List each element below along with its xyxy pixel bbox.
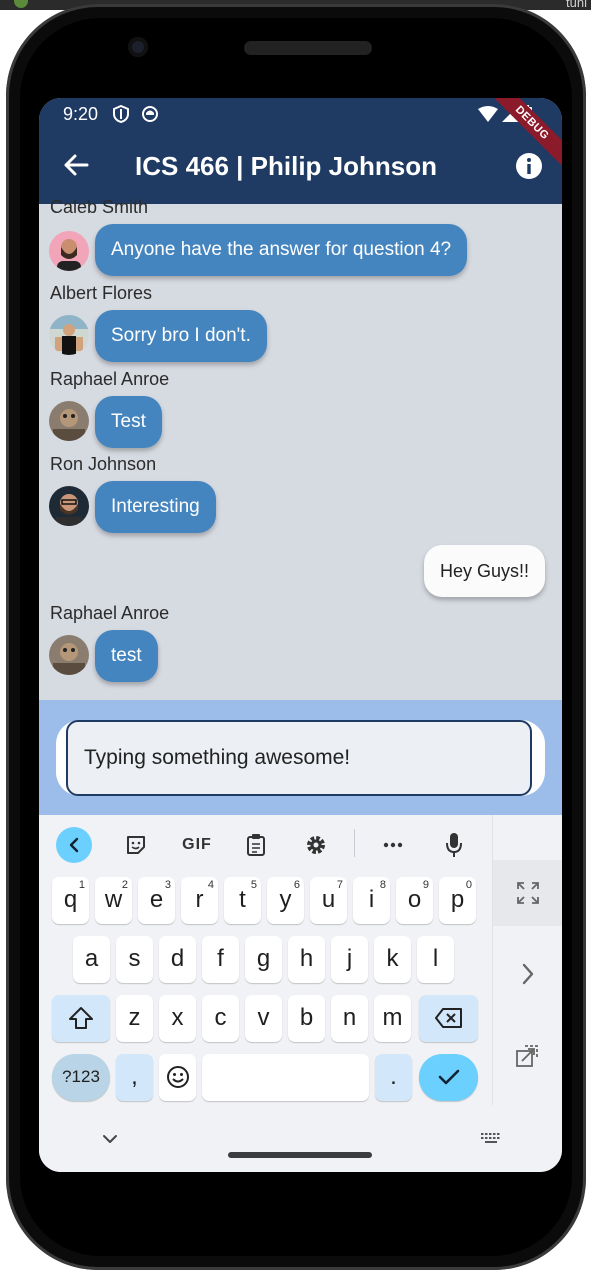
earpiece-speaker: [244, 41, 372, 55]
back-arrow-icon[interactable]: [63, 152, 89, 178]
resize-keyboard-button[interactable]: [493, 860, 562, 926]
message-input[interactable]: Typing something awesome!: [66, 720, 532, 796]
key-y[interactable]: y6: [267, 877, 304, 924]
key-d[interactable]: d: [159, 936, 196, 983]
navigation-bar: [39, 1116, 562, 1172]
enter-key[interactable]: [419, 1054, 478, 1101]
space-key[interactable]: [202, 1054, 369, 1101]
sticker-icon: [127, 836, 145, 854]
shift-icon: [69, 1007, 93, 1029]
shift-key[interactable]: [52, 995, 110, 1042]
avatar[interactable]: [49, 635, 89, 675]
key-p[interactable]: p0: [439, 877, 476, 924]
keyboard-collapse-button[interactable]: [56, 827, 92, 863]
more-dots-icon: [383, 842, 403, 848]
clipboard-icon: [247, 834, 265, 856]
sender-name: Raphael Anroe: [50, 369, 170, 389]
check-icon: [438, 1069, 459, 1085]
gear-icon: [307, 836, 325, 854]
app-icon: [14, 0, 28, 8]
key-c[interactable]: c: [202, 995, 239, 1042]
key-n[interactable]: n: [331, 995, 368, 1042]
home-indicator[interactable]: [228, 1152, 372, 1158]
keyboard-switch-icon[interactable]: [480, 1132, 502, 1144]
page-title: ICS 466 | Philip Johnson: [135, 151, 437, 181]
shield-icon: [113, 105, 129, 123]
key-m[interactable]: m: [374, 995, 411, 1042]
gif-button[interactable]: GIF: [177, 827, 217, 863]
key-z[interactable]: z: [116, 995, 153, 1042]
period-key[interactable]: .: [375, 1054, 412, 1101]
emoji-key[interactable]: [159, 1054, 196, 1101]
status-time: 9:20: [63, 104, 99, 124]
avatar[interactable]: [49, 315, 89, 355]
message-bubble[interactable]: Test: [95, 396, 162, 448]
sender-name: Raphael Anroe: [50, 603, 170, 623]
microphone-icon: [446, 833, 462, 857]
message-bubble[interactable]: test: [95, 630, 158, 682]
expand-icon: [517, 882, 539, 904]
floating-keyboard-button[interactable]: [493, 1022, 562, 1088]
top-strip-text: tuni: [566, 0, 587, 10]
sticker-button[interactable]: [118, 827, 154, 863]
wifi-icon: [478, 106, 498, 122]
chevron-left-icon: [69, 837, 79, 853]
device-screen: 9:20 DEBUG ICS 466 | Philip Johnson Cale…: [39, 98, 562, 1172]
sender-name: Caleb Smith: [50, 197, 149, 217]
hide-keyboard-icon[interactable]: [102, 1134, 118, 1144]
clipboard-button[interactable]: [238, 827, 274, 863]
key-h[interactable]: h: [288, 936, 325, 983]
more-button[interactable]: [375, 827, 411, 863]
keyboard-side-panel: [492, 815, 562, 1105]
sender-name: Ron Johnson: [50, 454, 157, 474]
sender-name: Albert Flores: [50, 283, 153, 303]
front-camera: [128, 37, 148, 57]
key-r[interactable]: r4: [181, 877, 218, 924]
key-k[interactable]: k: [374, 936, 411, 983]
key-b[interactable]: b: [288, 995, 325, 1042]
key-u[interactable]: u7: [310, 877, 347, 924]
key-v[interactable]: v: [245, 995, 282, 1042]
key-j[interactable]: j: [331, 936, 368, 983]
key-x[interactable]: x: [159, 995, 196, 1042]
key-a[interactable]: a: [73, 936, 110, 983]
next-panel-button[interactable]: [493, 941, 562, 1007]
avatar[interactable]: [49, 486, 89, 526]
chevron-right-icon: [522, 963, 534, 985]
backspace-icon: [434, 1008, 462, 1028]
comma-key[interactable]: ,: [116, 1054, 153, 1101]
key-f[interactable]: f: [202, 936, 239, 983]
key-i[interactable]: i8: [353, 877, 390, 924]
info-icon[interactable]: [515, 152, 543, 180]
settings-button[interactable]: [298, 827, 334, 863]
key-t[interactable]: t5: [224, 877, 261, 924]
key-l[interactable]: l: [417, 936, 454, 983]
message-bubble[interactable]: Interesting: [95, 481, 216, 533]
float-icon: [516, 1045, 538, 1067]
backspace-key[interactable]: [419, 995, 478, 1042]
numbers-key[interactable]: ?123: [52, 1054, 110, 1101]
avatar[interactable]: [49, 401, 89, 441]
own-message-bubble[interactable]: Hey Guys!!: [423, 545, 545, 597]
voice-input-button[interactable]: [436, 827, 472, 863]
emoji-icon: [166, 1066, 189, 1088]
composer-area: Typing something awesome!: [39, 700, 562, 815]
app-status-icon: [142, 106, 158, 122]
avatar[interactable]: [49, 231, 89, 271]
key-w[interactable]: w2: [95, 877, 132, 924]
key-q[interactable]: q1: [52, 877, 89, 924]
message-list[interactable]: Caleb Smith Anyone have the answer for q…: [39, 197, 562, 700]
key-g[interactable]: g: [245, 936, 282, 983]
key-e[interactable]: e3: [138, 877, 175, 924]
app-bar: 9:20 DEBUG ICS 466 | Philip Johnson: [39, 98, 562, 204]
message-bubble[interactable]: Sorry bro I don't.: [95, 310, 267, 362]
toolbar-divider: [354, 829, 355, 857]
message-bubble[interactable]: Anyone have the answer for question 4?: [95, 224, 468, 276]
key-o[interactable]: o9: [396, 877, 433, 924]
key-s[interactable]: s: [116, 936, 153, 983]
